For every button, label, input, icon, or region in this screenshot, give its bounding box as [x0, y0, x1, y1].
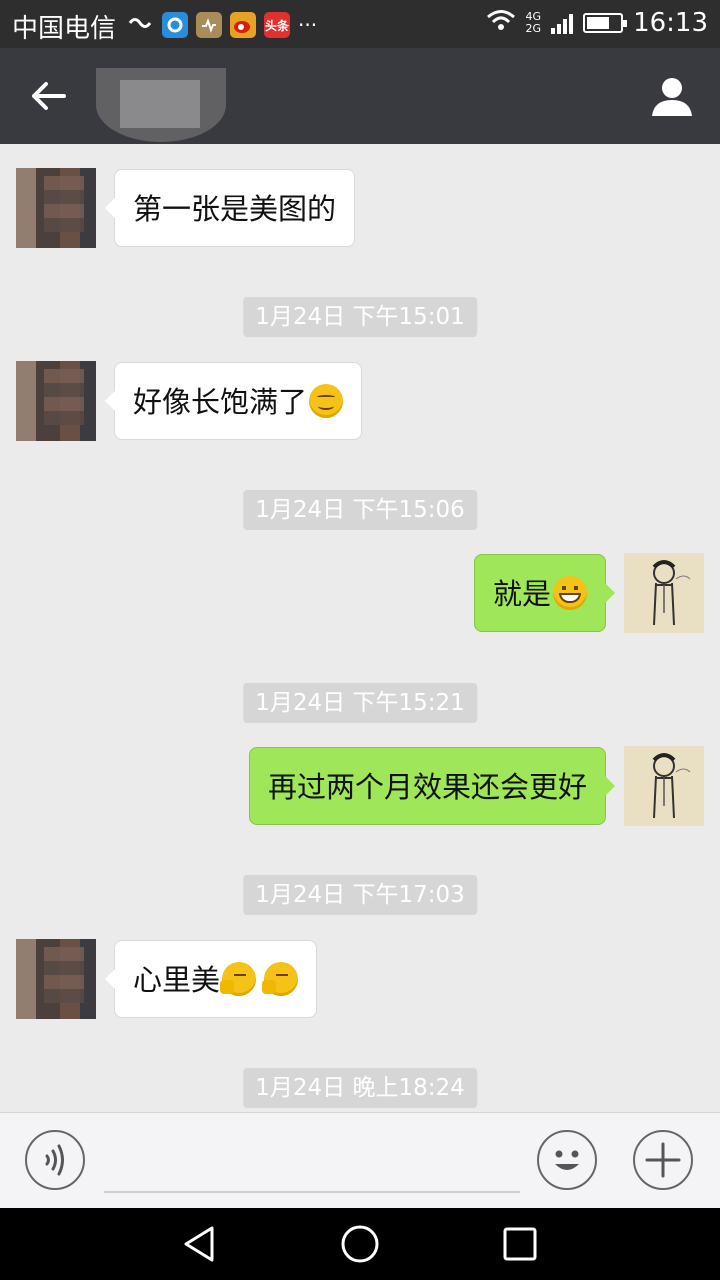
- wave-icon: [128, 10, 154, 40]
- emoji-button[interactable]: [537, 1130, 597, 1190]
- message-text: 心里美: [133, 963, 221, 997]
- nav-recents-button[interactable]: [500, 1224, 540, 1264]
- contact-name-redacted-inner: [120, 80, 200, 128]
- recents-square-icon: [503, 1227, 537, 1261]
- message-text: 就是: [492, 577, 551, 611]
- my-avatar[interactable]: [624, 746, 704, 826]
- signal-icon: [551, 12, 574, 34]
- person-icon: [652, 78, 692, 116]
- message-timestamp: 1月24日 晚上18:24: [243, 1068, 477, 1108]
- message-list[interactable]: 第一张是美图的 1月24日 下午15:01 好像长饱满了 1月24日 下午15:…: [0, 144, 720, 1112]
- message-bubble-received[interactable]: 第一张是美图的: [104, 169, 356, 247]
- contact-avatar[interactable]: [16, 939, 96, 1019]
- plus-icon: [645, 1142, 681, 1178]
- status-bar: 中国电信 头条 ··· 4G 2G 16:13: [0, 0, 720, 48]
- message-input-bar: [0, 1112, 720, 1208]
- chat-header: [0, 48, 720, 144]
- toutiao-icon: 头条: [264, 12, 290, 38]
- back-triangle-icon: [184, 1226, 214, 1262]
- qq-browser-icon: [162, 12, 188, 38]
- contact-avatar[interactable]: [16, 168, 96, 248]
- health-app-icon: [196, 12, 222, 38]
- contact-avatar[interactable]: [16, 361, 96, 441]
- message-input[interactable]: [104, 1191, 520, 1193]
- message-timestamp: 1月24日 下午15:06: [243, 490, 477, 530]
- home-circle-icon: [341, 1225, 379, 1263]
- thinking-emoji-icon: [262, 962, 299, 996]
- wifi-icon: [486, 8, 516, 38]
- message-timestamp: 1月24日 下午17:03: [243, 875, 477, 915]
- carrier-name: 中国电信: [12, 14, 117, 44]
- weibo-icon: [230, 12, 256, 38]
- voice-input-button[interactable]: [25, 1130, 85, 1190]
- emoji-face-icon: [555, 1150, 579, 1170]
- notification-icons: 头条 ···: [128, 10, 317, 40]
- arrow-left-icon: [32, 82, 66, 110]
- more-icon: ···: [298, 13, 318, 37]
- thinking-emoji-icon: [220, 962, 257, 996]
- battery-level: [587, 17, 610, 29]
- message-timestamp: 1月24日 下午15:01: [243, 297, 477, 337]
- grinning-emoji-icon: [553, 576, 587, 610]
- message-bubble-sent[interactable]: 就是: [473, 554, 616, 632]
- message-text: 好像长饱满了: [133, 385, 308, 419]
- nav-back-button[interactable]: [180, 1224, 220, 1264]
- message-bubble-received[interactable]: 好像长饱满了: [104, 362, 363, 440]
- network-type: 4G 2G: [526, 11, 542, 35]
- my-avatar[interactable]: [624, 553, 704, 633]
- message-timestamp: 1月24日 下午15:21: [243, 683, 477, 723]
- message-bubble-sent[interactable]: 再过两个月效果还会更好: [248, 747, 616, 825]
- nav-home-button[interactable]: [340, 1224, 380, 1264]
- system-nav-bar: [0, 1208, 720, 1280]
- message-text: 第一张是美图的: [133, 192, 337, 226]
- chat-info-button[interactable]: [650, 74, 694, 118]
- network-2g-label: 2G: [525, 22, 542, 35]
- battery-icon: [583, 13, 628, 33]
- clock: 16:13: [633, 8, 708, 38]
- message-bubble-received[interactable]: 心里美: [104, 940, 318, 1018]
- voice-icon: [45, 1144, 64, 1176]
- message-text: 再过两个月效果还会更好: [267, 770, 587, 804]
- more-functions-button[interactable]: [633, 1130, 693, 1190]
- smiling-blush-emoji-icon: [309, 384, 344, 418]
- back-button[interactable]: [28, 74, 72, 118]
